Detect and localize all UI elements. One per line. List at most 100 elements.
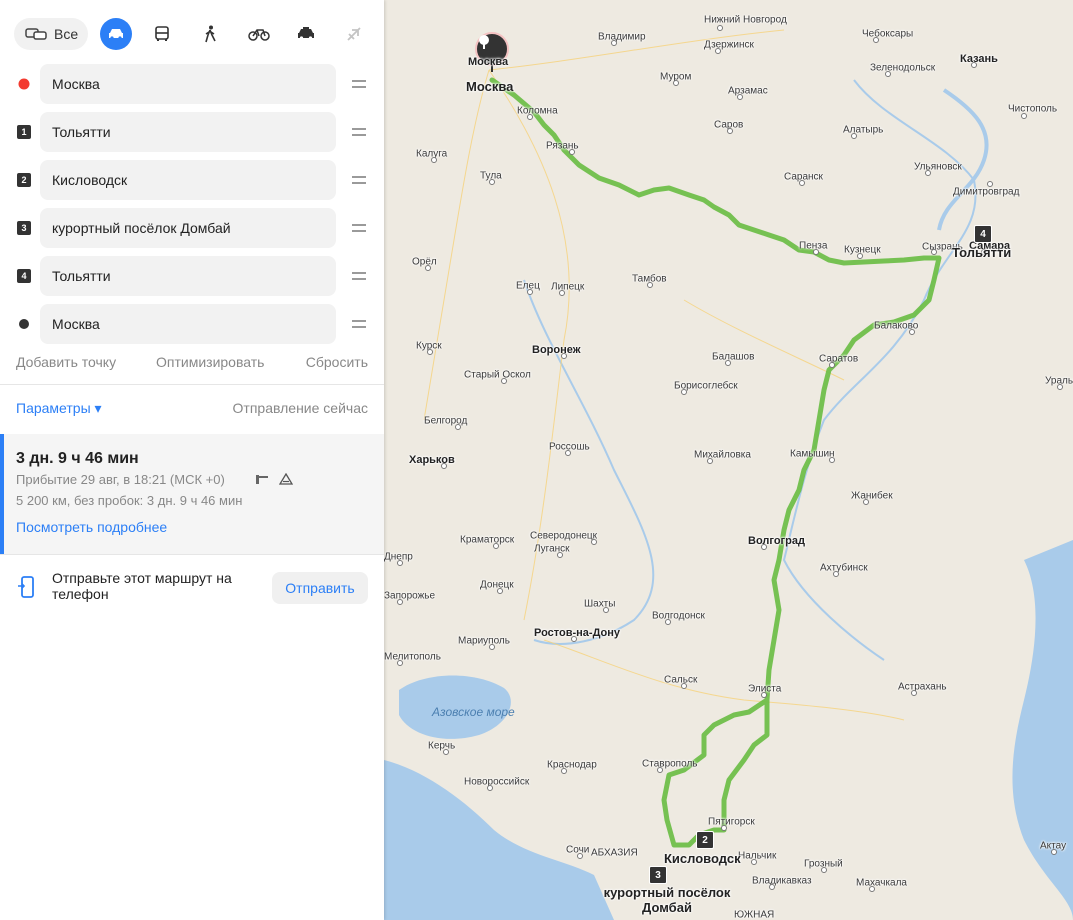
city-label: Краснодар (547, 759, 597, 771)
city-label: Мелитополь (384, 651, 441, 663)
city-dot (873, 37, 879, 43)
city-label: Владикавказ (752, 875, 812, 887)
city-label: Коломна (517, 105, 558, 117)
mode-all-label: Все (54, 26, 79, 42)
city-dot (829, 457, 835, 463)
city-dot (527, 289, 533, 295)
city-dot (761, 692, 767, 698)
route-details-link[interactable]: Посмотреть подробнее (16, 519, 167, 535)
city-dot (397, 560, 403, 566)
route-duration: 3 дн. 9 ч 46 мин (16, 450, 139, 467)
city-dot (987, 181, 993, 187)
mode-taxi-button[interactable] (290, 18, 322, 50)
reset-button[interactable]: Сбросить (306, 354, 368, 370)
city-dot (443, 749, 449, 755)
city-label: Ахтубинск (820, 562, 868, 574)
map-label-dombai: курортный посёлок Домбай (603, 885, 731, 915)
city-dot (665, 619, 671, 625)
map-marker-4[interactable]: 4 (974, 225, 992, 243)
city-label: Запорожье (384, 590, 436, 602)
city-label: Ставрополь (642, 758, 698, 770)
drag-handle-icon[interactable] (352, 270, 366, 282)
city-label: Михайловка (694, 449, 751, 461)
city-label: Балашов (712, 351, 755, 363)
city-dot (561, 353, 567, 359)
waypoint-field[interactable]: Тольятти (40, 256, 336, 296)
city-label: Волгоград (748, 535, 805, 547)
city-dot (751, 859, 757, 865)
city-dot (717, 25, 723, 31)
send-to-phone: Отправьте этот маршрут на телефон Отправ… (0, 570, 384, 606)
city-label: Нижний Новгород (704, 14, 787, 26)
mode-car-button[interactable] (100, 18, 132, 50)
city-dot (425, 265, 431, 271)
city-dot (673, 80, 679, 86)
map-label-togliatti: Тольятти (952, 245, 1012, 260)
route-summary-card[interactable]: 3 дн. 9 ч 46 мин Прибытие 29 авг, в 18:2… (0, 434, 384, 554)
city-dot (813, 249, 819, 255)
params-dropdown[interactable]: Параметры ▾ (16, 400, 102, 417)
add-point-button[interactable]: Добавить точку (16, 354, 116, 370)
drag-handle-icon[interactable] (352, 174, 366, 186)
city-label: Старый Оскол (464, 369, 531, 381)
city-label: Липецк (551, 281, 585, 293)
city-dot (925, 170, 931, 176)
city-label: Новороссийск (464, 776, 530, 788)
waypoint-row-end: Москва (0, 304, 384, 344)
city-label: Северодонецк (530, 530, 598, 542)
city-dot (869, 886, 875, 892)
city-label: Харьков (409, 454, 455, 466)
city-dot (647, 282, 653, 288)
send-button[interactable]: Отправить (272, 572, 368, 604)
city-dot (569, 149, 575, 155)
city-dot (611, 40, 617, 46)
waypoint-row-4: 4 Тольятти (0, 256, 384, 296)
city-label: Шахты (584, 598, 616, 610)
city-dot (707, 458, 713, 464)
city-dot (863, 499, 869, 505)
city-dot (715, 48, 721, 54)
waypoint-field[interactable]: Кисловодск (40, 160, 336, 200)
bus-icon (155, 26, 169, 41)
waypoint-field[interactable]: Тольятти (40, 112, 336, 152)
route-line (489, 77, 942, 848)
departure-time-button[interactable]: Отправление сейчас (233, 400, 368, 416)
route-actions: Добавить точку Оптимизировать Сбросить (16, 354, 368, 374)
drag-handle-icon[interactable] (352, 78, 366, 90)
mode-bus-button[interactable] (146, 18, 178, 50)
end-dot-icon (19, 319, 29, 329)
warning-icon (279, 473, 293, 485)
mode-plane-button[interactable] (338, 18, 370, 50)
city-dot (909, 329, 915, 335)
map-marker-3[interactable]: 3 (649, 866, 667, 884)
taxi-icon (298, 27, 314, 40)
waypoint-field[interactable]: курортный посёлок Домбай (40, 208, 336, 248)
route-arrival: Прибытие 29 авг, в 18:21 (МСК +0) (16, 472, 225, 487)
waypoint-field[interactable]: Москва (40, 304, 336, 344)
city-label: Краматорск (460, 534, 515, 546)
drag-handle-icon[interactable] (352, 126, 366, 138)
mode-pedestrian-button[interactable] (194, 18, 226, 50)
city-label: Алатырь (843, 124, 884, 136)
city-dot (557, 552, 563, 558)
mode-all-button[interactable]: Все (14, 18, 89, 50)
map[interactable]: Нижний Новгород Чебоксары Владимир Дзержинс… (384, 0, 1073, 920)
city-dot (489, 179, 495, 185)
drag-handle-icon[interactable] (352, 318, 366, 330)
city-dot (603, 607, 609, 613)
waypoint-row-3: 3 курортный посёлок Домбай (0, 208, 384, 248)
city-label: Нальчик (738, 850, 777, 862)
caspian-sea (1012, 540, 1073, 920)
mode-bicycle-button[interactable] (243, 18, 275, 50)
city-dot (561, 768, 567, 774)
city-dot (761, 544, 767, 550)
waypoint-field[interactable]: Москва (40, 64, 336, 104)
waypoint-row-1: 1 Тольятти (0, 112, 384, 152)
drag-handle-icon[interactable] (352, 222, 366, 234)
optimize-button[interactable]: Оптимизировать (156, 354, 264, 370)
city-label: Воронеж (532, 344, 581, 356)
map-marker-2[interactable]: 2 (696, 831, 714, 849)
waypoint-badge: 2 (17, 173, 31, 187)
city-dot (455, 424, 461, 430)
city-dot (769, 884, 775, 890)
